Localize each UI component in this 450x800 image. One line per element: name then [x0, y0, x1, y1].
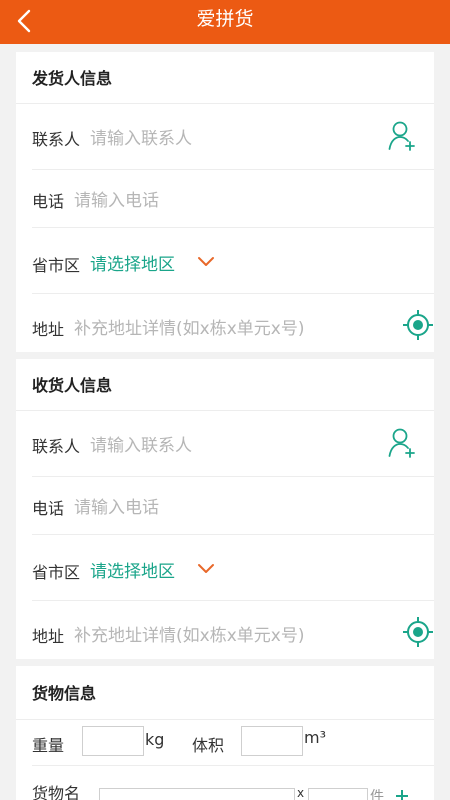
qty-separator: x: [297, 786, 305, 800]
receiver-address-input[interactable]: 补充地址详情(如x栋x单元x号): [74, 621, 304, 646]
qty-unit: 件: [370, 789, 384, 800]
receiver-address-row: 地址 补充地址详情(如x栋x单元x号): [32, 601, 434, 659]
cargo-name-input[interactable]: [99, 788, 295, 800]
sender-phone-input[interactable]: 请输入电话: [74, 186, 159, 211]
sender-contact-label: 联系人: [32, 130, 81, 149]
cargo-qty-input[interactable]: [308, 788, 368, 800]
receiver-phone-input[interactable]: 请输入电话: [74, 493, 159, 518]
cargo-name-label: 货物名: [32, 784, 81, 800]
receiver-section-title: 收货人信息: [16, 359, 434, 411]
receiver-phone-label: 电话: [32, 499, 65, 518]
receiver-phone-row: 电话 请输入电话: [32, 477, 434, 535]
receiver-contact-input[interactable]: 请输入联系人: [90, 431, 192, 456]
plus-icon[interactable]: [394, 788, 410, 800]
receiver-card: 收货人信息 联系人 请输入联系人 电话 请输入电话 省市区 请选择地区 地址 补…: [16, 359, 434, 659]
locate-target-icon[interactable]: [402, 309, 434, 345]
app-header: 爱拼货: [0, 0, 450, 44]
volume-unit: m³: [304, 728, 326, 747]
sender-region-select[interactable]: 请选择地区: [90, 250, 175, 275]
sender-region-label: 省市区: [32, 256, 81, 275]
sender-contact-row: 联系人 请输入联系人: [32, 104, 434, 170]
receiver-region-row[interactable]: 省市区 请选择地区: [32, 535, 434, 601]
sender-phone-label: 电话: [32, 192, 65, 211]
sender-address-row: 地址 补充地址详情(如x栋x单元x号): [32, 294, 434, 352]
sender-region-row[interactable]: 省市区 请选择地区: [32, 228, 434, 294]
cargo-name-row: 货物名 x 件: [32, 766, 434, 800]
sender-card: 发货人信息 联系人 请输入联系人 电话 请输入电话 省市区 请选择地区 地址 补…: [16, 52, 434, 352]
volume-label: 体积: [192, 736, 225, 755]
page-title: 爱拼货: [196, 8, 254, 30]
add-contact-icon[interactable]: [388, 120, 418, 156]
chevron-down-icon[interactable]: [196, 254, 216, 273]
receiver-contact-row: 联系人 请输入联系人: [32, 411, 434, 477]
weight-unit: kg: [145, 730, 165, 749]
cargo-card: 货物信息 重量 kg 体积 m³ 货物名 x 件: [16, 666, 434, 800]
receiver-region-select[interactable]: 请选择地区: [90, 557, 175, 582]
sender-address-label: 地址: [32, 320, 65, 339]
sender-phone-row: 电话 请输入电话: [32, 170, 434, 228]
receiver-contact-label: 联系人: [32, 437, 81, 456]
weight-label: 重量: [32, 736, 65, 755]
volume-input[interactable]: [241, 726, 303, 756]
weight-input[interactable]: [82, 726, 144, 756]
receiver-address-label: 地址: [32, 627, 65, 646]
add-contact-icon[interactable]: [388, 427, 418, 463]
sender-section-title: 发货人信息: [16, 52, 434, 104]
locate-target-icon[interactable]: [402, 616, 434, 652]
cargo-weight-volume-row: 重量 kg 体积 m³: [32, 720, 434, 766]
chevron-down-icon[interactable]: [196, 561, 216, 580]
sender-address-input[interactable]: 补充地址详情(如x栋x单元x号): [74, 314, 304, 339]
sender-contact-input[interactable]: 请输入联系人: [90, 124, 192, 149]
receiver-region-label: 省市区: [32, 563, 81, 582]
cargo-section-title: 货物信息: [16, 666, 434, 720]
